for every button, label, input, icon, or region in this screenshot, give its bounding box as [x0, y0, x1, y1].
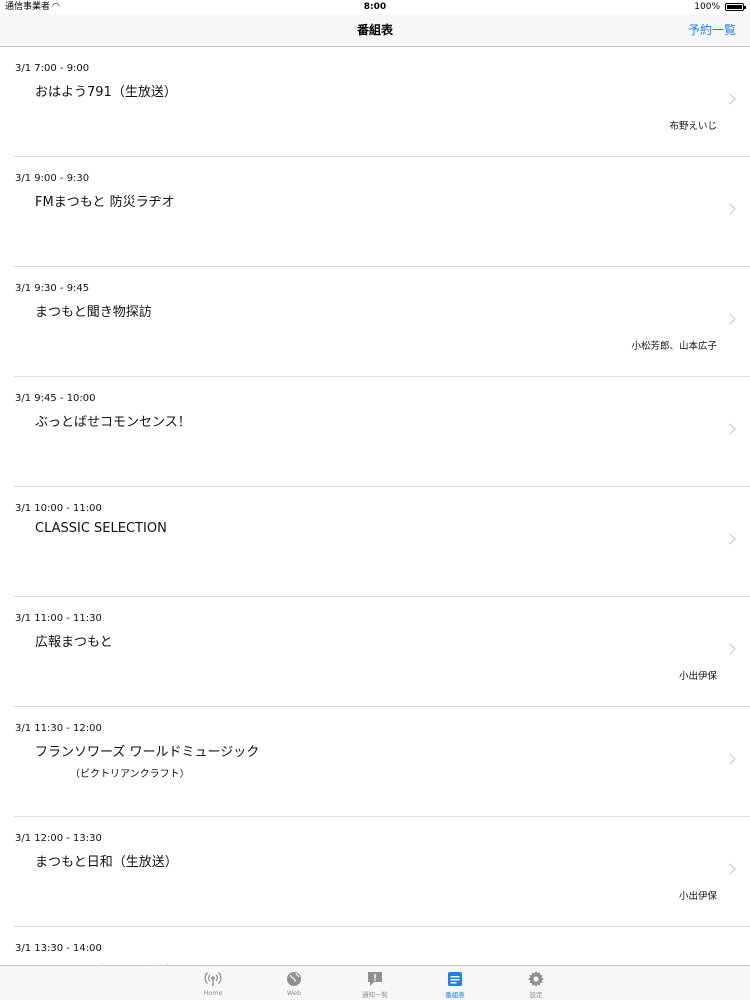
tab-label: 番組表 — [445, 991, 465, 999]
program-hosts: 小出伊保 — [678, 671, 717, 682]
schedule-icon — [415, 971, 495, 987]
chevron-right-icon — [724, 643, 736, 655]
page-title: 番組表 — [356, 23, 393, 37]
program-time: 3/1 9:00 - 9:30 — [15, 173, 90, 184]
program-time: 3/1 7:00 - 9:00 — [15, 63, 90, 74]
battery-icon — [725, 3, 746, 11]
program-hosts: 小出伊保 — [678, 891, 717, 902]
program-row[interactable]: 3/1 10:00 - 11:00 CLASSIC SELECTION — [14, 487, 750, 597]
program-row[interactable]: 3/1 9:30 - 9:45 まつもと聞き物探訪小松芳郎、山本広子 — [14, 267, 750, 377]
program-title: ぶっとばせコモンセンス！ — [35, 415, 191, 430]
program-time: 3/1 11:00 - 11:30 — [15, 613, 102, 624]
battery-percent: 100% — [694, 2, 720, 12]
tab-schedule[interactable]: 番組表 — [415, 966, 495, 1000]
tab-web[interactable]: Web — [254, 966, 334, 1000]
program-list[interactable]: 3/1 7:00 - 9:00 おはよう791（生放送） 布野えいじ 3/1 9:00… — [0, 47, 750, 965]
chevron-right-icon — [724, 753, 736, 765]
tab-label: Web — [286, 989, 302, 997]
program-time: 3/1 9:30 - 9:45 — [15, 283, 90, 294]
program-title: まつもと日和（生放送） — [35, 855, 178, 870]
tab-home[interactable]: Home — [173, 966, 253, 1000]
program-time: 3/1 13:30 - 14:00 — [15, 943, 102, 954]
reservation-list-button[interactable]: 予約一覧 — [688, 14, 736, 47]
navigation-bar: 番組表 予約一覧 — [0, 14, 750, 47]
chevron-right-icon — [724, 313, 736, 325]
program-row[interactable]: 3/1 11:00 - 11:30 広報まつもと小出伊保 — [14, 597, 750, 707]
program-time: 3/1 12:00 - 13:30 — [15, 833, 102, 844]
program-title: 広報まつもと — [35, 635, 113, 650]
program-row[interactable]: 3/1 13:30 - 14:00まつもと元気アップ体操 — [14, 927, 750, 965]
notice-icon — [335, 971, 415, 987]
program-hosts: 小松芳郎、山本広子 — [631, 341, 717, 352]
program-row[interactable]: 3/1 11:30 - 12:00 フランソワーズ ワールドミュージック （ビクトリ… — [14, 707, 750, 817]
program-row[interactable]: 3/1 12:00 - 13:30 まつもと日和（生放送） 小出伊保 — [14, 817, 750, 927]
chevron-right-icon — [724, 863, 736, 875]
chevron-right-icon — [724, 533, 736, 545]
program-subtitle: （ビクトリアンクラフト） — [70, 769, 190, 780]
program-title: CLASSIC SELECTION — [35, 521, 167, 536]
tab-notifications[interactable]: 通知一覧 — [335, 966, 415, 1000]
program-title: FMまつもと 防災ラヂオ — [35, 195, 175, 210]
program-time: 3/1 11:30 - 12:00 — [15, 723, 102, 734]
globe-icon — [254, 971, 334, 987]
tab-label: Home — [203, 989, 223, 997]
tab-bar: Home Web 通知一覧 番組表 設定 — [0, 965, 750, 1000]
gear-icon — [496, 971, 576, 987]
program-title: おはよう791（生放送） — [35, 85, 177, 100]
program-row[interactable]: 3/1 9:00 - 9:30 FMまつもと 防災ラヂオ — [14, 157, 750, 267]
program-hosts: 布野えいじ — [669, 121, 717, 132]
tab-label: 通知一覧 — [362, 991, 388, 999]
status-bar: 通信事業者 ◠ 8:00 100% — [0, 0, 750, 14]
program-time: 3/1 9:45 - 10:00 — [15, 393, 96, 404]
chevron-right-icon — [724, 93, 736, 105]
program-row[interactable]: 3/1 9:45 - 10:00 ぶっとばせコモンセンス！ — [14, 377, 750, 487]
radio-icon — [173, 971, 253, 987]
program-title: まつもと聞き物探訪 — [35, 305, 152, 320]
chevron-right-icon — [724, 423, 736, 435]
program-time: 3/1 10:00 - 11:00 — [15, 503, 102, 514]
tab-label: 設定 — [529, 991, 543, 999]
program-title: フランソワーズ ワールドミュージック — [35, 745, 260, 760]
program-row[interactable]: 3/1 7:00 - 9:00 おはよう791（生放送） 布野えいじ — [14, 47, 750, 157]
clock: 8:00 — [363, 2, 387, 12]
tab-settings[interactable]: 設定 — [496, 966, 576, 1000]
chevron-right-icon — [724, 203, 736, 215]
